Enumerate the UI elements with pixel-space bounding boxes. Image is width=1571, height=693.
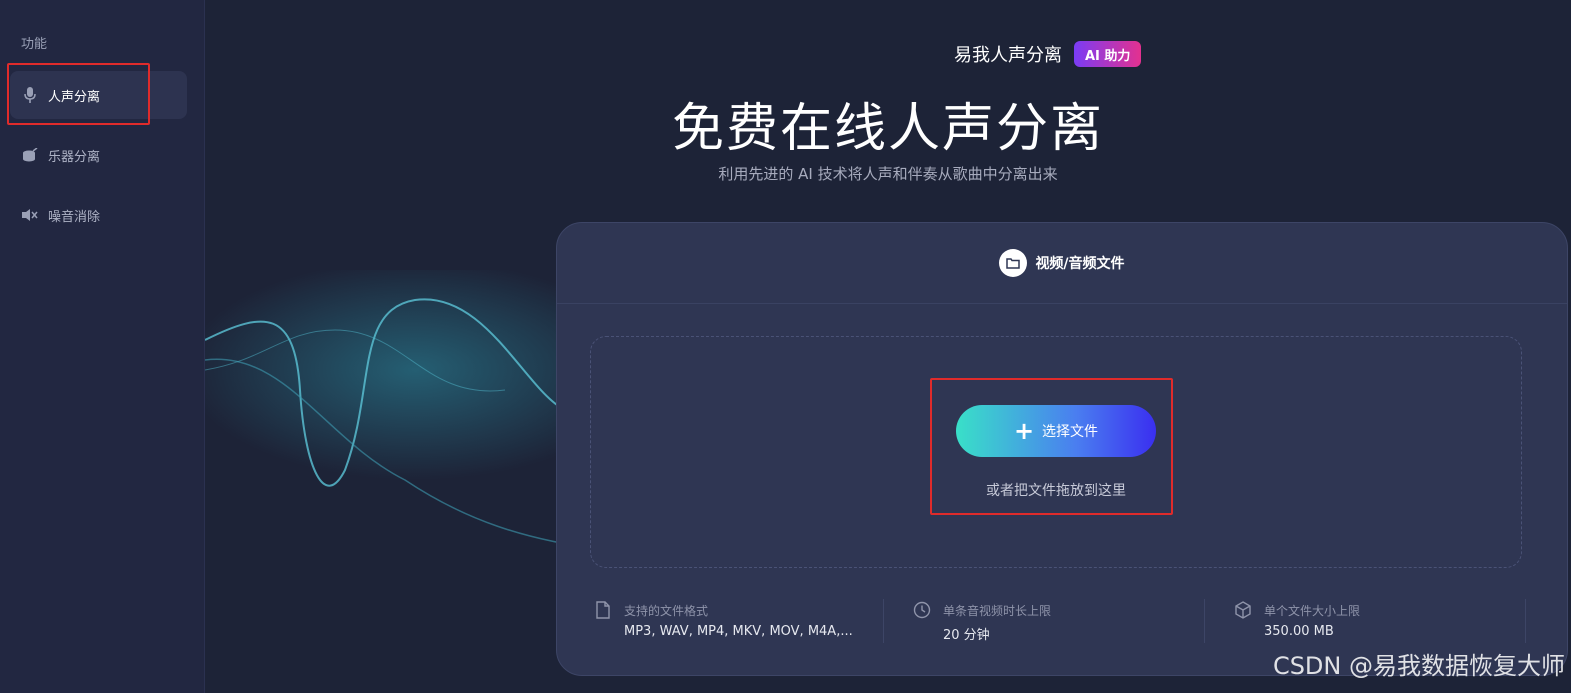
info-value: MP3, WAV, MP4, MKV, MOV, M4A,...: [624, 624, 853, 639]
drop-hint: 或者把文件拖放到这里: [986, 483, 1126, 499]
watermark: CSDN @易我数据恢复大师: [1272, 652, 1565, 680]
sidebar-item-vocal-separation[interactable]: 人声分离: [10, 71, 187, 119]
brand: 易我人声分离 AI 助力: [954, 41, 1142, 67]
sidebar: 功能 人声分离 乐器分离 噪音消除: [0, 0, 205, 693]
dropzone[interactable]: + 选择文件 或者把文件拖放到这里: [590, 336, 1522, 568]
brand-name: 易我人声分离: [954, 45, 1062, 66]
clock-icon: [913, 601, 931, 619]
speaker-icon: [22, 207, 38, 223]
page-title: 免费在线人声分离: [671, 99, 1104, 159]
ai-badge: AI 助力: [1074, 41, 1142, 67]
choose-file-button[interactable]: + 选择文件: [956, 405, 1156, 457]
page-subtitle: 利用先进的 AI 技术将人声和伴奏从歌曲中分离出来: [718, 165, 1058, 183]
main-content: 易我人声分离 AI 助力 免费在线人声分离 利用先进的 AI 技术将人声和伴奏从…: [205, 0, 1571, 693]
sidebar-title: 功能: [21, 37, 48, 52]
upload-card: 视频/音频文件 + 选择文件 或者把文件拖放到这里 支持的文件格式 MP3, W…: [556, 222, 1568, 676]
choose-file-label: 选择文件: [1042, 424, 1099, 440]
sidebar-item-noise-removal[interactable]: 噪音消除: [10, 191, 187, 239]
info-label: 单个文件大小上限: [1264, 604, 1361, 618]
plus-icon: +: [1013, 417, 1035, 445]
drum-icon: [22, 147, 38, 163]
sidebar-item-label: 人声分离: [48, 89, 101, 105]
info-size: 单个文件大小上限 350.00 MB: [1234, 599, 1514, 643]
file-type-label: 视频/音频文件: [1035, 256, 1125, 272]
info-value: 20 分钟: [943, 628, 990, 643]
info-label: 支持的文件格式: [624, 604, 709, 618]
info-formats: 支持的文件格式 MP3, WAV, MP4, MKV, MOV, M4A,...: [594, 599, 864, 643]
sidebar-item-instrument-separation[interactable]: 乐器分离: [10, 131, 187, 179]
info-duration: 单条音视频时长上限 20 分钟: [913, 599, 1193, 643]
info-row: 支持的文件格式 MP3, WAV, MP4, MKV, MOV, M4A,...…: [590, 599, 1530, 649]
microphone-icon: [22, 87, 38, 103]
divider: [1525, 599, 1526, 643]
info-value: 350.00 MB: [1264, 624, 1334, 639]
folder-icon: [999, 249, 1028, 277]
divider: [883, 599, 884, 643]
cube-icon: [1235, 601, 1251, 619]
sidebar-item-label: 噪音消除: [48, 209, 101, 225]
file-type-tab[interactable]: 视频/音频文件: [557, 223, 1567, 304]
file-icon: [596, 601, 610, 619]
info-label: 单条音视频时长上限: [943, 604, 1052, 618]
divider: [1204, 599, 1205, 643]
sidebar-item-label: 乐器分离: [48, 149, 101, 165]
